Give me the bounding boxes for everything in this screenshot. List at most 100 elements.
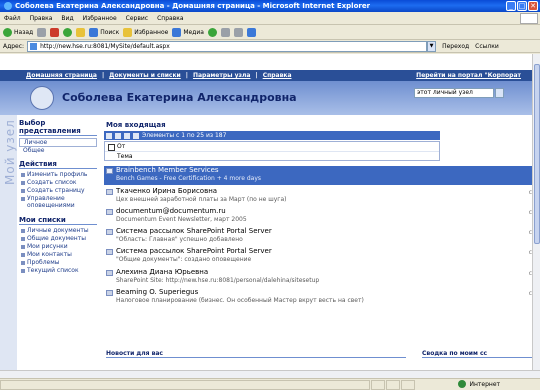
mail-button[interactable] [220, 27, 230, 37]
menu-view[interactable]: Вид [61, 15, 73, 22]
print-button[interactable] [233, 27, 243, 37]
toolbar: Назад Поиск Избранное Медиа [0, 25, 540, 40]
minimize-button[interactable]: _ [506, 1, 516, 11]
nav-home[interactable]: Домашняя страница [26, 72, 97, 79]
message-subject: "Область: Главная" успешно добавлено [116, 236, 243, 243]
actions-section-title: Действия [19, 160, 97, 169]
prev-page-icon[interactable] [115, 132, 121, 139]
search-button[interactable]: Поиск [89, 27, 120, 37]
menu-favorites[interactable]: Избранное [83, 15, 117, 22]
forward-button[interactable] [37, 27, 47, 37]
forward-arrow-icon [37, 27, 47, 37]
windows-logo-icon [520, 13, 538, 24]
news-webpart-title: Новости для вас [106, 350, 406, 358]
last-page-icon[interactable] [133, 132, 139, 139]
horizontal-scrollbar[interactable] [0, 370, 540, 378]
action-edit-profile[interactable]: Изменить профиль [19, 171, 97, 178]
message-row[interactable]: documentum@documentum.ru Documentum Even… [104, 207, 532, 226]
nav-portal-link[interactable]: Перейти на портал "Корпорат [416, 72, 521, 79]
portal-top-nav: Домашняя страница | Документы и списки |… [0, 70, 532, 81]
maximize-button[interactable]: □ [517, 1, 527, 11]
node-select-dropdown[interactable] [495, 88, 504, 98]
message-from: documentum@documentum.ru [116, 207, 226, 215]
nav-documents[interactable]: Документы и списки [109, 72, 181, 79]
action-create-list[interactable]: Создать список [19, 179, 97, 186]
address-dropdown[interactable]: ▼ [427, 40, 437, 52]
nav-separator: | [101, 72, 105, 79]
message-row[interactable]: Brainbench Member Services Bench Games -… [104, 166, 532, 185]
message-from: Система рассылок SharePoint Portal Serve… [116, 247, 272, 255]
favorites-button[interactable]: Избранное [123, 27, 168, 37]
media-icon [172, 27, 182, 37]
status-bar: Интернет [0, 378, 540, 390]
view-shared[interactable]: Общее [19, 147, 97, 154]
side-band: Мой узел [0, 115, 17, 378]
page-content: Домашняя страница | Документы и списки |… [0, 54, 532, 378]
list-personal-docs[interactable]: Личные документы [19, 227, 97, 234]
message-subject: Цех внешней заработной платы за Март (по… [116, 196, 287, 203]
history-button[interactable] [207, 27, 217, 37]
edit-button[interactable] [246, 27, 256, 37]
action-manage-alerts[interactable]: Управление оповещениями [19, 195, 97, 209]
message-row[interactable]: Система рассылок SharePoint Portal Serve… [104, 227, 532, 246]
inbox-right-edge [440, 131, 532, 161]
address-label: Адрес: [3, 42, 25, 50]
refresh-button[interactable] [63, 27, 73, 37]
first-page-icon[interactable] [106, 132, 112, 139]
edit-icon [246, 27, 256, 37]
go-button[interactable]: Переход [442, 43, 469, 50]
action-create-page[interactable]: Создать страницу [19, 187, 97, 194]
menu-edit[interactable]: Правка [30, 15, 53, 22]
bottom-webpart-headers: Новости для вас Сводка по моим сс [104, 350, 532, 358]
links-button[interactable]: Ссылки [475, 43, 499, 50]
vertical-scrollbar[interactable] [532, 54, 540, 378]
menu-help[interactable]: Справка [157, 15, 183, 22]
node-select[interactable]: этот личный узел [414, 88, 494, 98]
nav-site-settings[interactable]: Параметры узла [193, 72, 251, 79]
back-button[interactable]: Назад [3, 27, 33, 37]
list-issues[interactable]: Проблемы [19, 259, 97, 266]
col-from[interactable]: От [105, 142, 439, 152]
address-input[interactable]: http://new.hse.ru:8081/MySite/default.as… [27, 40, 428, 52]
nav-help[interactable]: Справка [263, 72, 292, 79]
stop-button[interactable] [50, 27, 60, 37]
window-controls: _ □ ✕ [506, 1, 538, 11]
message-subject: Налоговое планирование (бизнес. Он особе… [116, 297, 364, 304]
home-button[interactable] [76, 27, 86, 37]
search-icon [89, 27, 99, 37]
message-row[interactable]: Ткаченко Ирина Борисовна Цех внешней зар… [104, 187, 532, 206]
refresh-icon [63, 27, 73, 37]
list-shared-docs[interactable]: Общие документы [19, 235, 97, 242]
address-bar: Адрес: http://new.hse.ru:8081/MySite/def… [0, 40, 540, 53]
search-label: Поиск [100, 28, 120, 36]
list-current[interactable]: Текущий список [19, 267, 97, 274]
message-row[interactable]: Система рассылок SharePoint Portal Serve… [104, 247, 532, 266]
window-title-bar[interactable]: Соболева Екатерина Александровна - Домаш… [0, 0, 540, 12]
close-button[interactable]: ✕ [528, 1, 538, 11]
menu-file[interactable]: Файл [4, 15, 21, 22]
stop-icon [50, 27, 60, 37]
scroll-thumb[interactable] [534, 64, 540, 244]
message-row[interactable]: Алехина Диана Юрьевна SharePoint Site: h… [104, 268, 532, 287]
status-pane [0, 379, 370, 390]
message-row[interactable]: Beaming O. Superiegus Налоговое планиров… [104, 288, 532, 307]
summary-webpart-title: Сводка по моим сс [422, 350, 532, 358]
nav-separator: | [185, 72, 188, 79]
ie-icon [4, 2, 12, 10]
star-icon [123, 27, 133, 37]
left-panel: Выбор представления Личное Общее Действи… [17, 115, 99, 378]
envelope-icon [106, 189, 113, 195]
next-page-icon[interactable] [124, 132, 130, 139]
col-subject[interactable]: Тема [105, 152, 439, 161]
lists-section-title: Мои списки [19, 216, 97, 225]
media-button[interactable]: Медиа [172, 27, 204, 37]
menu-tools[interactable]: Сервис [126, 15, 148, 22]
message-from: Brainbench Member Services [116, 166, 219, 174]
list-pictures[interactable]: Мои рисунки [19, 243, 97, 250]
window-title: Соболева Екатерина Александровна - Домаш… [15, 2, 371, 10]
message-subject: Documentum Event Newsletter, март 2005 [116, 216, 247, 223]
view-personal[interactable]: Личное [19, 138, 97, 147]
envelope-icon [106, 209, 113, 215]
list-contacts[interactable]: Мои контакты [19, 251, 97, 258]
status-pane [401, 379, 415, 390]
